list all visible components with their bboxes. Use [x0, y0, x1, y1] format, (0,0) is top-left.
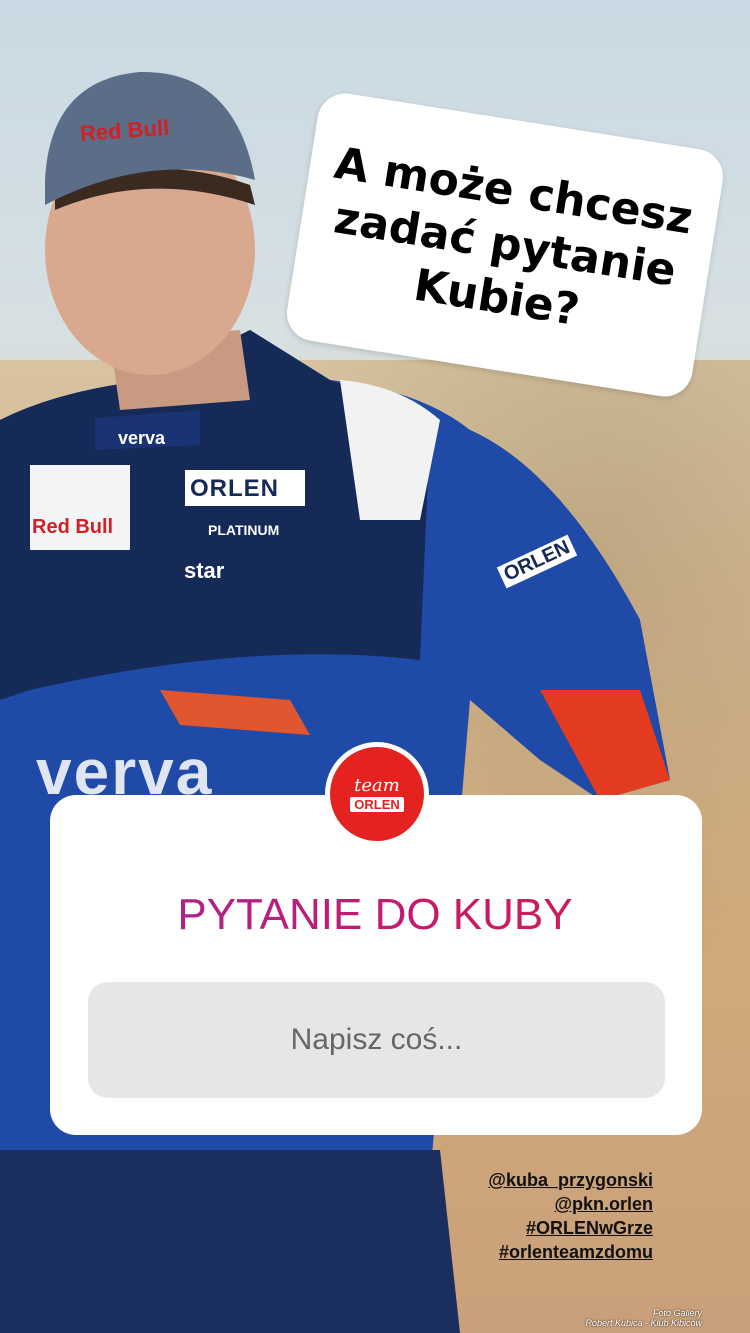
avatar: team ORLEN [330, 747, 424, 841]
photo-credit: Foto Gallery Robert Kubica - Klub Kibicó… [585, 1308, 702, 1328]
platinum-logo: PLATINUM [208, 522, 280, 538]
chest-orlen-logo: ORLEN [190, 475, 279, 502]
credit-line: Foto Gallery [652, 1308, 702, 1318]
hashtag[interactable]: #ORLENwGrze [488, 1216, 653, 1240]
avatar-brand-text: ORLEN [350, 796, 404, 812]
question-card-title: PYTANIE DO KUBY [0, 890, 750, 940]
credit-line: Robert Kubica - Klub Kibiców [585, 1318, 702, 1328]
star-logo: star [184, 558, 225, 583]
avatar-team-text: team [354, 774, 400, 796]
mention-tag[interactable]: @pkn.orlen [488, 1192, 653, 1216]
question-input[interactable]: Napisz coś... [88, 982, 665, 1098]
collar-logo: verva [118, 428, 166, 448]
mention-tags: @kuba_przygonski @pkn.orlen #ORLENwGrze … [488, 1168, 653, 1264]
hashtag[interactable]: #orlenteamzdomu [488, 1240, 653, 1264]
chest-left-logo: Red Bull [32, 516, 114, 538]
mention-tag[interactable]: @kuba_przygonski [488, 1168, 653, 1192]
